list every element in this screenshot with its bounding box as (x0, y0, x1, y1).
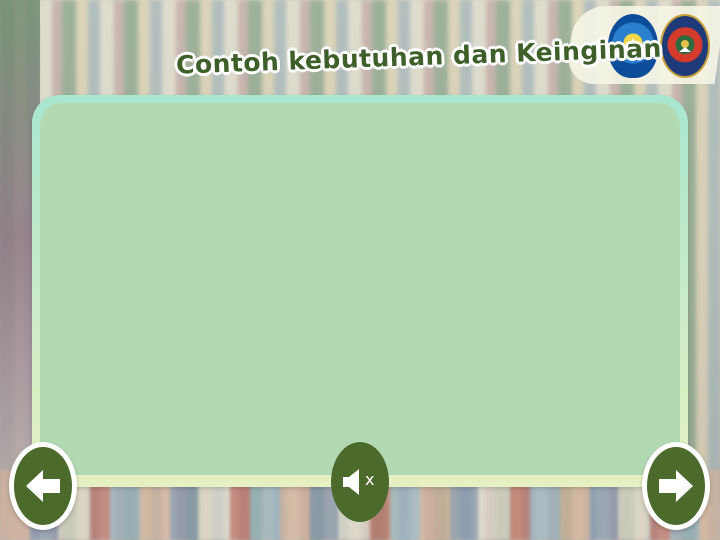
regional-emblem-icon (679, 40, 691, 52)
prev-button[interactable] (9, 442, 77, 530)
next-button[interactable] (642, 442, 710, 530)
sound-toggle-button[interactable]: x (331, 442, 389, 522)
arrow-right-icon (659, 470, 693, 502)
arrow-left-icon (26, 470, 60, 502)
mute-mark: x (365, 470, 375, 489)
speaker-muted-icon (343, 469, 359, 495)
regional-logo (660, 14, 710, 78)
slide-stage: Contoh kebutuhan dan Keinginan x (0, 0, 720, 540)
content-panel (40, 103, 680, 475)
